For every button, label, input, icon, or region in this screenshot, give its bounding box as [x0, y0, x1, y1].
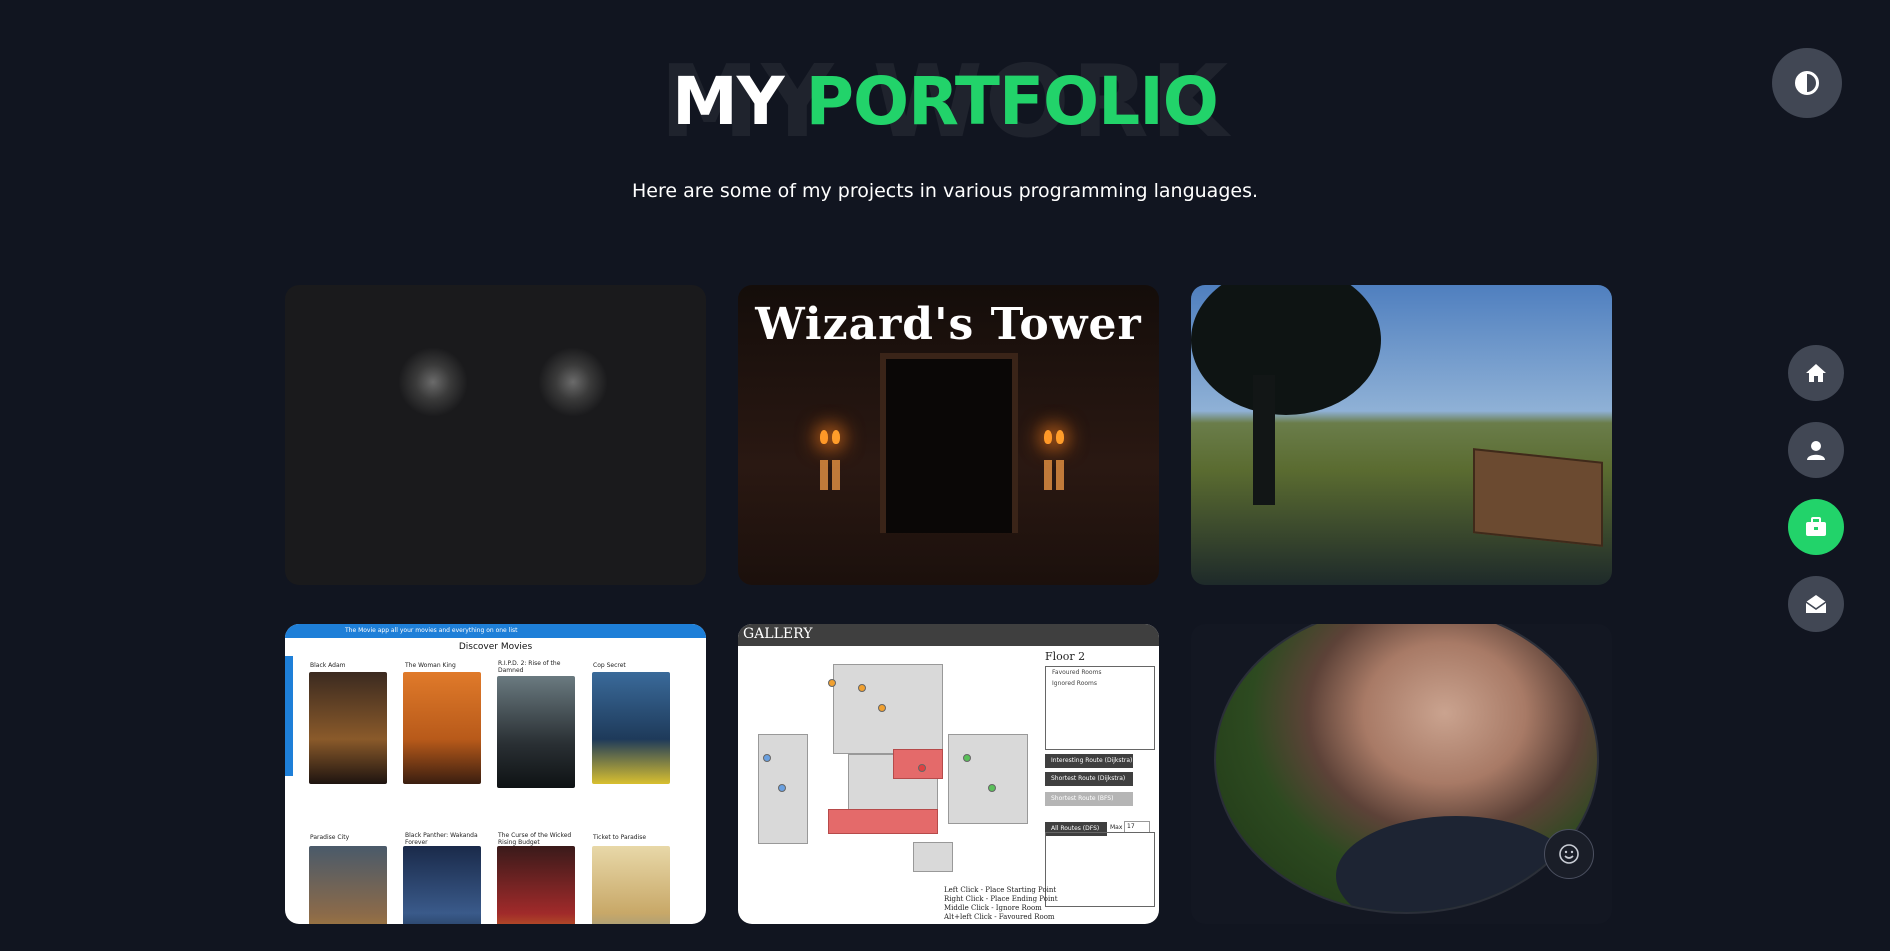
page-subtitle: Here are some of my projects in various …: [631, 180, 1259, 202]
map-room: [913, 842, 953, 872]
user-icon: [1807, 441, 1825, 460]
map-room-highlighted: [828, 809, 938, 834]
section-heading: MY WORK MY PORTFOLIO: [0, 52, 1890, 152]
movie-poster: [309, 846, 387, 924]
project-card-gallery-map[interactable]: GALLERY Floor 2 Favoured Rooms Ignored R…: [738, 624, 1159, 924]
movie-app-banner: The Movie app all your movies and everyt…: [285, 624, 706, 638]
movie-poster: [592, 846, 670, 924]
map-marker: [878, 704, 886, 712]
gallery-header: GALLERY: [738, 624, 1159, 646]
map-room: [948, 734, 1028, 824]
shortest-route-dijkstra-button[interactable]: Shortest Route (Dijkstra): [1045, 772, 1133, 786]
map-marker: [778, 784, 786, 792]
room-list[interactable]: Favoured Rooms Ignored Rooms: [1045, 666, 1155, 750]
shortest-route-bfs-button[interactable]: Shortest Route (BFS): [1045, 792, 1133, 806]
home-icon: [1806, 364, 1826, 382]
movie-app-title: Discover Movies: [458, 642, 533, 652]
portfolio-page: MY WORK MY PORTFOLIO Here are some of my…: [0, 0, 1890, 951]
candle-left: [814, 430, 854, 490]
map-marker: [963, 754, 971, 762]
movie-name: Paradise City: [310, 834, 350, 841]
floor-label: Floor 2: [1045, 650, 1086, 663]
project-card-landscape-game[interactable]: [1191, 285, 1612, 585]
movie-name: Black Panther: Wakanda Forever: [405, 832, 478, 846]
interesting-route-button[interactable]: Interesting Route (Dijkstra): [1045, 754, 1133, 768]
project-card-portrait[interactable]: [1191, 624, 1612, 924]
movie-poster: [497, 846, 575, 924]
movie-name: R.I.P.D. 2: Rise of the Damned: [498, 660, 561, 674]
movie-poster: [309, 672, 387, 784]
movie-poster: [403, 672, 481, 784]
page-title: MY PORTFOLIO: [0, 66, 1890, 138]
portrait-image: [1214, 624, 1599, 914]
smile-icon: [1559, 844, 1579, 864]
side-nav: [1788, 345, 1844, 653]
glowing-eye-right: [538, 347, 608, 417]
map-room-highlighted: [893, 749, 943, 779]
tower-doorway: [880, 353, 1018, 533]
movie-name: Cop Secret: [593, 662, 626, 669]
list-item: Ignored Rooms: [1052, 680, 1098, 687]
candle-right: [1038, 430, 1078, 490]
title-part2: PORTFOLIO: [805, 63, 1219, 140]
project-card-wizards-tower[interactable]: Wizard's Tower: [738, 285, 1159, 585]
nav-about-button[interactable]: [1788, 422, 1844, 478]
controls-legend: Left Click - Place Starting Point Right …: [944, 886, 1058, 921]
contrast-icon: [1795, 71, 1819, 95]
glowing-eye-left: [398, 347, 468, 417]
list-item: Favoured Rooms: [1052, 669, 1102, 676]
movie-poster: [497, 676, 575, 788]
map-marker: [828, 679, 836, 687]
shirt: [1336, 816, 1576, 912]
nav-home-button[interactable]: [1788, 345, 1844, 401]
project-card-horror-game[interactable]: [285, 285, 706, 585]
movie-app-side-strip: [285, 656, 293, 776]
nav-contact-button[interactable]: [1788, 576, 1844, 632]
movie-poster: [592, 672, 670, 784]
map-room: [833, 664, 943, 754]
movie-name: Ticket to Paradise: [593, 834, 647, 841]
movie-name: The Woman King: [405, 662, 456, 669]
title-part1: MY: [672, 63, 784, 140]
mail-icon: [1805, 595, 1827, 613]
map-marker: [988, 784, 996, 792]
smile-button[interactable]: [1544, 829, 1594, 879]
map-marker: [858, 684, 866, 692]
max-label: Max: [1110, 824, 1123, 831]
movie-name: The Curse of the Wicked Rising Budget: [498, 832, 572, 846]
wooden-sign: [1473, 448, 1603, 547]
project-card-movie-app[interactable]: The Movie app all your movies and everyt…: [285, 624, 706, 924]
tree-trunk: [1253, 375, 1275, 505]
briefcase-icon: [1806, 517, 1826, 536]
nav-portfolio-button[interactable]: [1788, 499, 1844, 555]
map-marker: [763, 754, 771, 762]
movie-poster: [403, 846, 481, 924]
theme-toggle-button[interactable]: [1772, 48, 1842, 118]
map-marker: [918, 764, 926, 772]
tree-crown: [1191, 285, 1381, 415]
movie-name: Black Adam: [310, 662, 346, 669]
route-output-box: [1045, 832, 1155, 907]
